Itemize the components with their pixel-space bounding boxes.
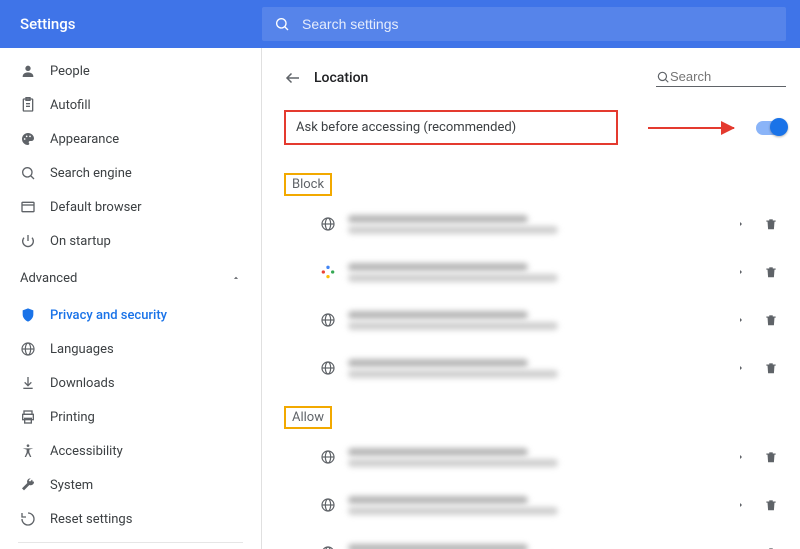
sidebar-item-label: System: [50, 478, 93, 493]
site-details-button[interactable]: [726, 451, 756, 463]
site-text: [348, 215, 726, 234]
site-row: [284, 200, 786, 248]
site-text: [348, 448, 726, 467]
palette-icon: [20, 131, 50, 147]
download-icon: [20, 375, 50, 391]
globe-icon: [320, 360, 348, 376]
print-icon: [20, 409, 50, 425]
globe-icon: [320, 216, 348, 232]
main-content: Location Ask before accessing (recommend…: [262, 48, 800, 549]
delete-site-button[interactable]: [756, 498, 786, 512]
delete-site-button[interactable]: [756, 313, 786, 327]
search-icon: [20, 165, 50, 181]
accessibility-icon: [20, 443, 50, 459]
sidebar-item-label: Printing: [50, 410, 95, 425]
sidebar-item-appearance[interactable]: Appearance: [0, 122, 261, 156]
site-text: [348, 311, 726, 330]
sidebar-item-label: Privacy and security: [50, 308, 167, 323]
sidebar-item-default-browser[interactable]: Default browser: [0, 190, 261, 224]
top-bar: Settings: [0, 0, 800, 48]
power-icon: [20, 233, 50, 249]
wrench-icon: [20, 477, 50, 493]
sidebar-item-label: Appearance: [50, 132, 119, 147]
advanced-label: Advanced: [20, 271, 77, 286]
sidebar-item-autofill[interactable]: Autofill: [0, 88, 261, 122]
globe-icon: [320, 545, 348, 549]
globe-icon: [320, 497, 348, 513]
top-search-input[interactable]: [302, 16, 786, 32]
shield-icon: [20, 307, 50, 323]
delete-site-button[interactable]: [756, 450, 786, 464]
sidebar-item-label: People: [50, 64, 90, 79]
sidebar-item-label: On startup: [50, 234, 111, 249]
site-row: [284, 433, 786, 481]
site-row: [284, 481, 786, 529]
browser-icon: [20, 199, 50, 215]
site-details-button[interactable]: [726, 362, 756, 374]
person-icon: [20, 63, 50, 79]
site-details-button[interactable]: [726, 314, 756, 326]
page-header: Location: [284, 60, 786, 96]
sidebar-item-search-engine[interactable]: Search engine: [0, 156, 261, 190]
sidebar-item-label: Autofill: [50, 98, 91, 113]
top-search[interactable]: [262, 7, 786, 41]
search-icon: [262, 16, 302, 32]
block-section-label: Block: [284, 173, 332, 196]
ask-before-accessing-label: Ask before accessing (recommended): [284, 110, 618, 145]
back-button[interactable]: [284, 69, 314, 87]
sidebar-item-privacy-and-security[interactable]: Privacy and security: [0, 298, 261, 332]
sidebar-item-label: Reset settings: [50, 512, 132, 527]
chevron-up-icon: [231, 273, 241, 283]
site-text: [348, 359, 726, 378]
autofill-icon: [20, 97, 50, 113]
site-row: [284, 344, 786, 392]
site-details-button[interactable]: [726, 499, 756, 511]
ask-toggle[interactable]: [756, 121, 786, 135]
reset-icon: [20, 511, 50, 527]
app-title: Settings: [0, 15, 262, 33]
site-details-button[interactable]: [726, 266, 756, 278]
sidebar-item-label: Languages: [50, 342, 114, 357]
sidebar-item-system[interactable]: System: [0, 468, 261, 502]
sidebar: People Autofill Appearance Search engine Def…: [0, 48, 262, 549]
sidebar-item-on-startup[interactable]: On startup: [0, 224, 261, 258]
divider: [18, 542, 243, 543]
site-row: [284, 248, 786, 296]
sidebar-item-people[interactable]: People: [0, 54, 261, 88]
site-row: [284, 296, 786, 344]
sidebar-item-label: Downloads: [50, 376, 115, 391]
sidebar-item-label: Default browser: [50, 200, 142, 215]
sidebar-item-reset-settings[interactable]: Reset settings: [0, 502, 261, 536]
delete-site-button[interactable]: [756, 217, 786, 231]
advanced-section-toggle[interactable]: Advanced: [0, 258, 261, 298]
delete-site-button[interactable]: [756, 361, 786, 375]
sidebar-item-printing[interactable]: Printing: [0, 400, 261, 434]
allow-section-label: Allow: [284, 406, 332, 429]
globe-icon: [320, 312, 348, 328]
sidebar-item-accessibility[interactable]: Accessibility: [0, 434, 261, 468]
site-text: [348, 263, 726, 282]
globe-icon: [20, 341, 50, 357]
page-search[interactable]: [656, 69, 786, 87]
sidebar-item-downloads[interactable]: Downloads: [0, 366, 261, 400]
sidebar-item-label: Search engine: [50, 166, 132, 181]
site-details-button[interactable]: [726, 218, 756, 230]
page-search-input[interactable]: [670, 69, 786, 84]
site-row: [284, 529, 786, 549]
globe-icon: [320, 449, 348, 465]
google-icon: [320, 264, 348, 280]
site-text: [348, 496, 726, 515]
ask-before-accessing-row: Ask before accessing (recommended): [284, 110, 786, 145]
site-text: [348, 544, 726, 549]
page-title: Location: [314, 70, 656, 86]
search-icon: [656, 70, 670, 84]
delete-site-button[interactable]: [756, 265, 786, 279]
sidebar-item-label: Accessibility: [50, 444, 123, 459]
sidebar-item-languages[interactable]: Languages: [0, 332, 261, 366]
annotation-arrow: [648, 127, 734, 129]
